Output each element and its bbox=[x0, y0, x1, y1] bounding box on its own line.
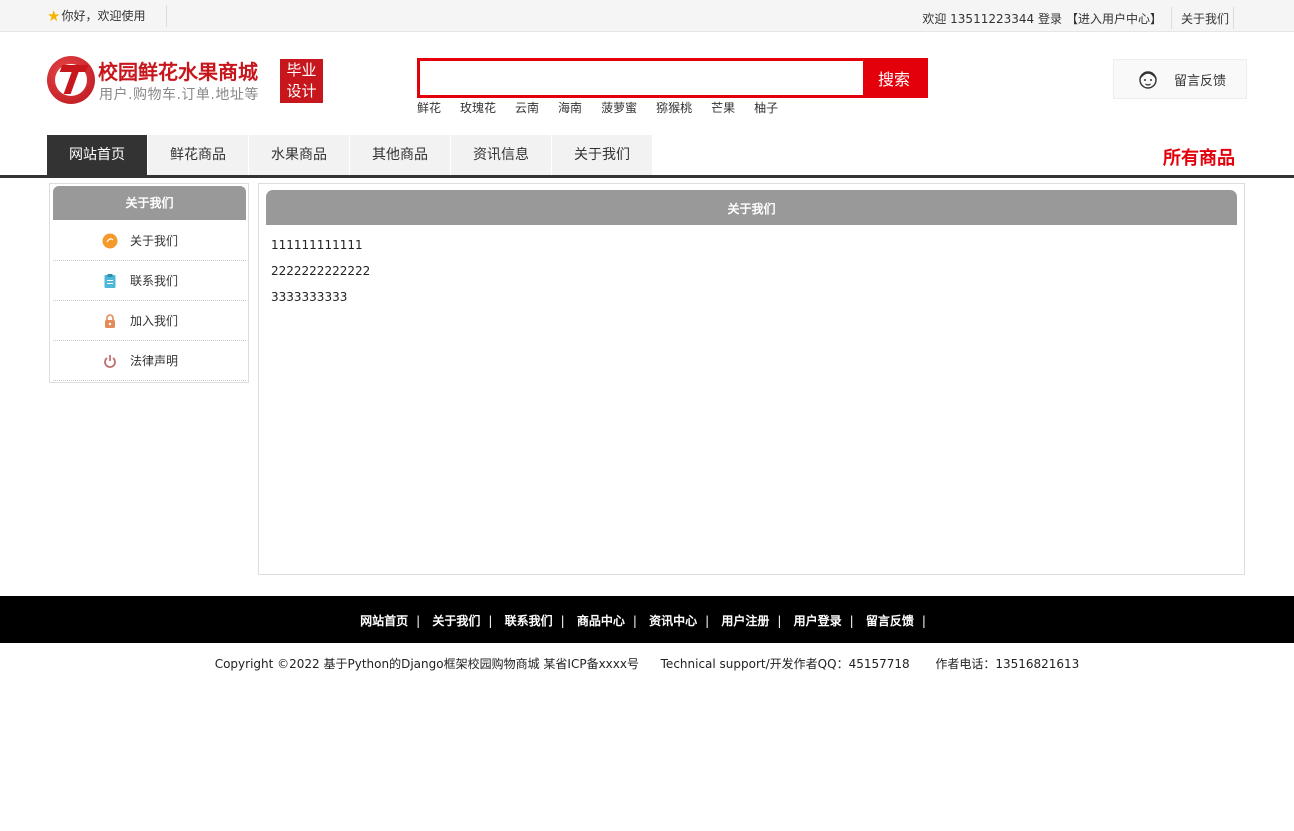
nav-item-news[interactable]: 资讯信息 bbox=[451, 135, 551, 175]
footer-link-contact[interactable]: 联系我们 bbox=[505, 614, 553, 628]
footer-links: 网站首页 | 关于我们 | 联系我们 | 商品中心 | 资讯中心 | 用户注册 | 用户登录… bbox=[360, 614, 926, 628]
customer-service-icon bbox=[1139, 71, 1157, 89]
hot-keyword[interactable]: 猕猴桃 bbox=[656, 99, 692, 116]
footer-link-login[interactable]: 用户登录 bbox=[794, 614, 842, 628]
support-text: Technical support/开发作者QQ：45157718 bbox=[660, 657, 910, 671]
nav-item-home[interactable]: 网站首页 bbox=[47, 135, 147, 175]
hot-keyword[interactable]: 菠萝蜜 bbox=[601, 99, 637, 116]
hot-keyword[interactable]: 海南 bbox=[558, 99, 582, 116]
star-icon: ★ bbox=[47, 6, 61, 25]
sidebar-item-label: 加入我们 bbox=[130, 314, 179, 328]
divider bbox=[1233, 7, 1234, 29]
site-subtitle: 用户.购物车.订单.地址等 bbox=[99, 87, 259, 103]
content-panel: 关于我们 111111111111 2222222222222 33333333… bbox=[258, 183, 1245, 575]
sidebar-item-label: 联系我们 bbox=[130, 274, 179, 288]
feedback-label: 留言反馈 bbox=[1174, 73, 1227, 89]
about-link[interactable]: 关于我们 bbox=[1181, 10, 1229, 27]
lock-icon bbox=[105, 313, 115, 328]
nav-item-fruits[interactable]: 水果商品 bbox=[249, 135, 349, 175]
divider bbox=[1170, 7, 1172, 29]
logo-icon bbox=[47, 56, 95, 104]
footer-link-feedback[interactable]: 留言反馈 bbox=[866, 614, 914, 628]
hot-keyword[interactable]: 鲜花 bbox=[417, 99, 441, 116]
clipboard-icon bbox=[104, 273, 116, 288]
site-name: 校园鲜花水果商城 bbox=[98, 60, 258, 84]
footer: 网站首页 | 关于我们 | 联系我们 | 商品中心 | 资讯中心 | 用户注册 | 用户登录… bbox=[0, 596, 1294, 643]
sidebar-item-legal[interactable]: 法律声明 bbox=[53, 341, 246, 381]
search-box: 搜索 bbox=[417, 58, 928, 98]
welcome-text: 欢迎 13511223344 登录 bbox=[922, 11, 1062, 26]
user-status: 欢迎 13511223344 登录 【进入用户中心】 关于我们 bbox=[922, 7, 1234, 29]
divider bbox=[166, 5, 167, 27]
sidebar-item-about[interactable]: 关于我们 bbox=[53, 221, 246, 261]
user-center-link[interactable]: 【进入用户中心】 bbox=[1066, 10, 1162, 27]
content-line: 111111111111 bbox=[271, 238, 363, 252]
content-title: 关于我们 bbox=[266, 190, 1237, 225]
hot-keywords: 鲜花 玫瑰花 云南 海南 菠萝蜜 猕猴桃 芒果 柚子 bbox=[417, 99, 797, 116]
graduation-badge: 毕业 设计 bbox=[280, 59, 323, 103]
footer-link-about[interactable]: 关于我们 bbox=[432, 614, 480, 628]
nav-item-about[interactable]: 关于我们 bbox=[552, 135, 652, 175]
greeting-text: 你好，欢迎使用 bbox=[61, 9, 146, 23]
search-button[interactable]: 搜索 bbox=[863, 61, 925, 95]
badge-line-2: 设计 bbox=[286, 82, 317, 100]
copyright: Copyright ©2022 基于Python的Django框架校园购物商城 … bbox=[0, 655, 1294, 672]
top-bar: ★ 你好，欢迎使用 欢迎 13511223344 登录 【进入用户中心】 关于我… bbox=[0, 0, 1294, 32]
feedback-button[interactable]: 留言反馈 bbox=[1113, 59, 1247, 99]
search-input[interactable] bbox=[420, 61, 866, 95]
sidebar-item-label: 法律声明 bbox=[130, 354, 179, 368]
footer-link-products[interactable]: 商品中心 bbox=[577, 614, 625, 628]
power-icon bbox=[104, 354, 116, 368]
hot-keyword[interactable]: 云南 bbox=[515, 99, 539, 116]
footer-link-register[interactable]: 用户注册 bbox=[721, 614, 769, 628]
main-nav: 网站首页 鲜花商品 水果商品 其他商品 资讯信息 关于我们 所有商品 bbox=[0, 135, 1294, 178]
sidebar-item-join[interactable]: 加入我们 bbox=[53, 301, 246, 341]
content-body: 111111111111 2222222222222 3333333333 bbox=[271, 237, 370, 315]
hot-keyword[interactable]: 芒果 bbox=[711, 99, 735, 116]
phone-text: 作者电话：13516821613 bbox=[935, 657, 1080, 671]
hot-keyword[interactable]: 柚子 bbox=[754, 99, 778, 116]
sidebar: 关于我们 关于我们 联系我们 加入我们 法律声明 bbox=[49, 183, 249, 383]
orange-circle-icon bbox=[102, 233, 118, 248]
badge-line-1: 毕业 bbox=[286, 61, 317, 79]
greeting: ★ 你好，欢迎使用 bbox=[47, 7, 145, 24]
nav-item-other[interactable]: 其他商品 bbox=[350, 135, 450, 175]
site-logo[interactable]: 校园鲜花水果商城 用户.购物车.订单.地址等 毕业 设计 bbox=[47, 56, 327, 106]
nav-item-flowers[interactable]: 鲜花商品 bbox=[148, 135, 248, 175]
footer-link-news[interactable]: 资讯中心 bbox=[649, 614, 697, 628]
sidebar-title: 关于我们 bbox=[53, 186, 246, 220]
hot-keyword[interactable]: 玫瑰花 bbox=[460, 99, 496, 116]
all-products-link[interactable]: 所有商品 bbox=[1163, 144, 1235, 170]
content-line: 3333333333 bbox=[271, 290, 348, 304]
sidebar-item-contact[interactable]: 联系我们 bbox=[53, 261, 246, 301]
copyright-text: Copyright ©2022 基于Python的Django框架校园购物商城 … bbox=[214, 657, 639, 671]
footer-link-home[interactable]: 网站首页 bbox=[360, 614, 408, 628]
sidebar-item-label: 关于我们 bbox=[130, 234, 179, 248]
content-line: 2222222222222 bbox=[271, 264, 371, 278]
